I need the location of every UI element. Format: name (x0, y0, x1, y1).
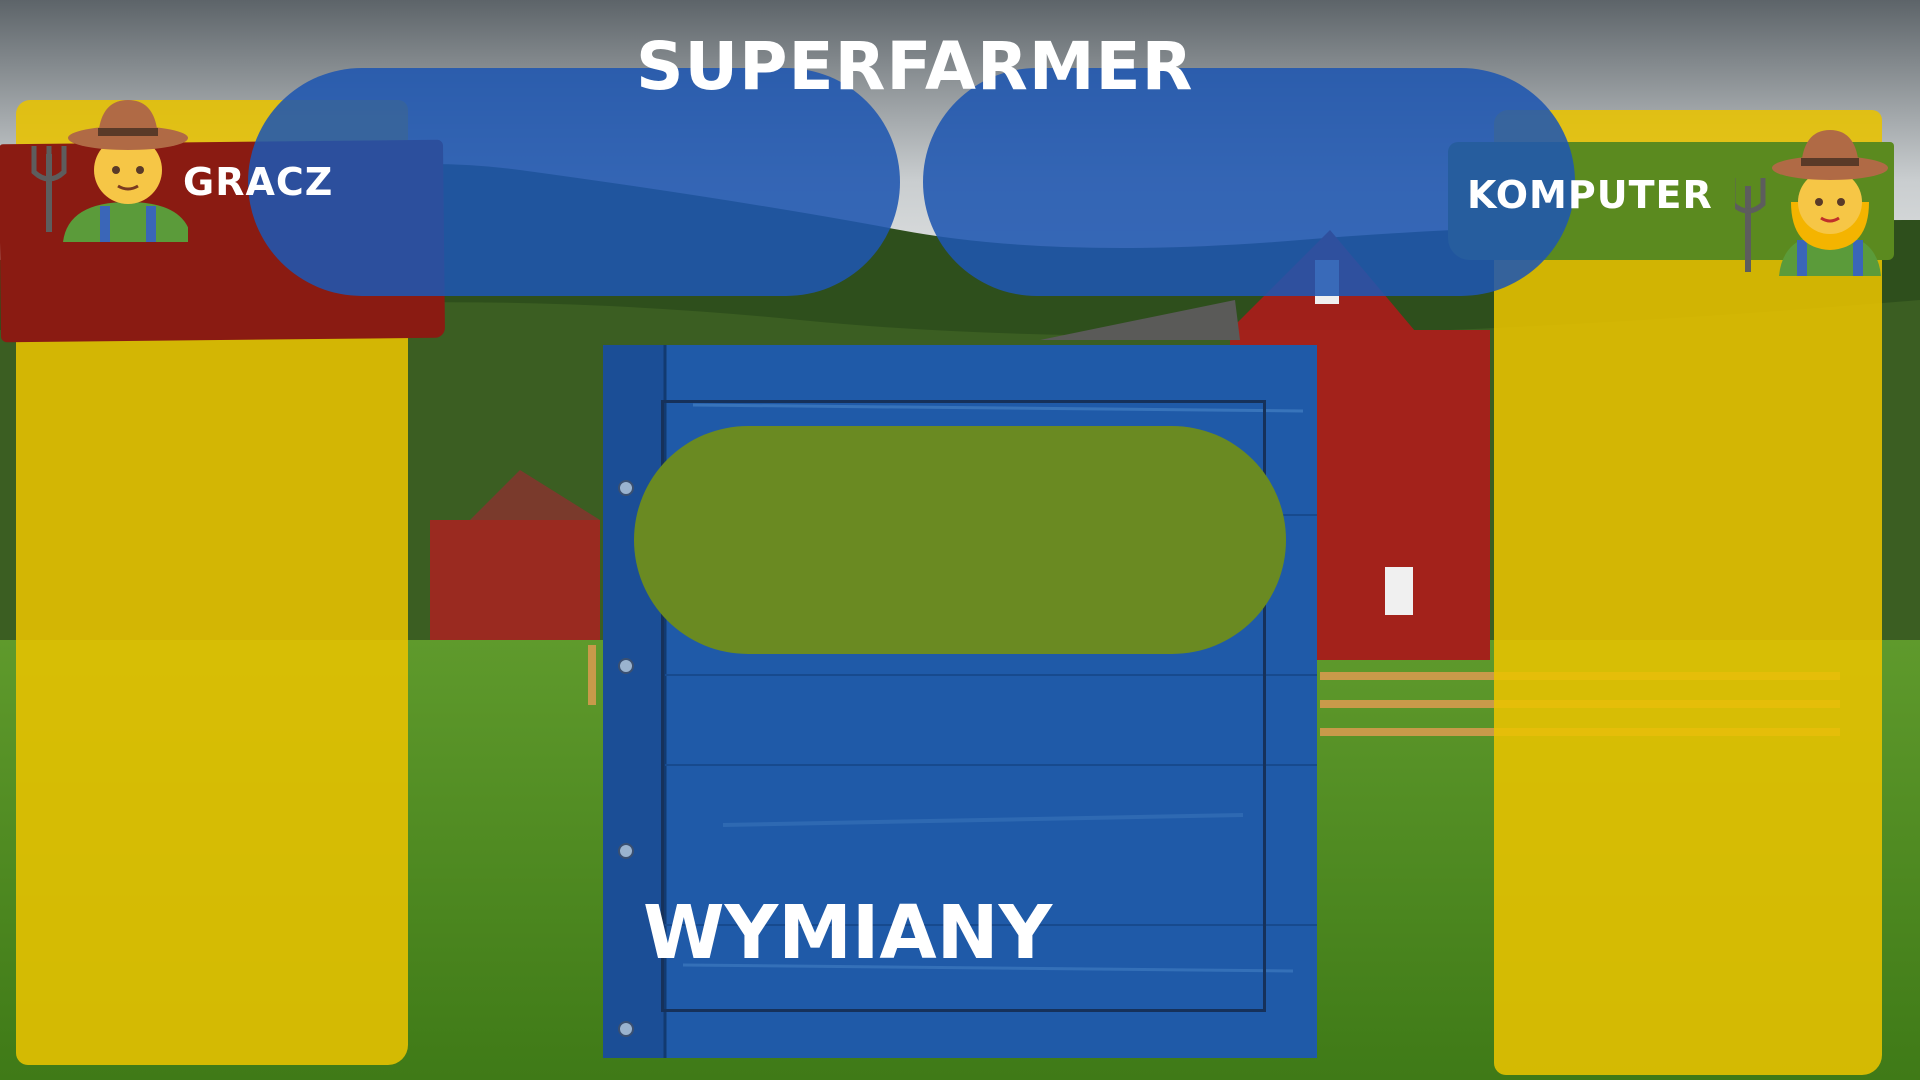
female-farmer-icon (1735, 130, 1888, 276)
male-farmer-icon (31, 100, 188, 242)
exchange-slot[interactable] (634, 426, 1286, 654)
game-title: SUPERFARMER (636, 28, 1194, 105)
exchange-title: WYMIANY (643, 890, 1053, 976)
computer-name: KOMPUTER (1467, 173, 1713, 217)
rivet-icon (618, 843, 634, 859)
player-name: GRACZ (183, 160, 334, 204)
rivet-icon (618, 480, 634, 496)
rivet-icon (618, 1021, 634, 1037)
rivet-icon (618, 658, 634, 674)
